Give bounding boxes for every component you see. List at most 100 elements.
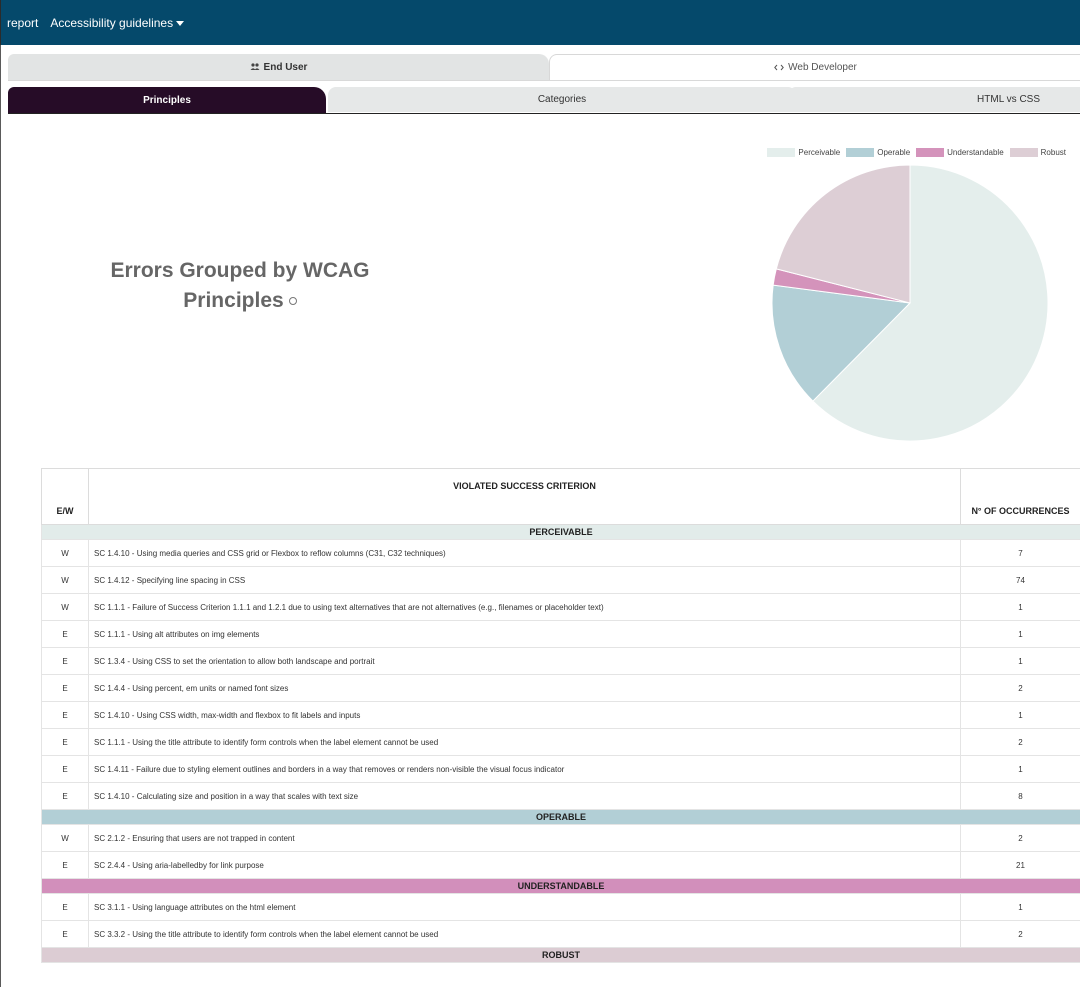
violations-table: E/W VIOLATED SUCCESS CRITERION N° OF OCC… — [41, 468, 1080, 963]
caret-down-icon — [176, 20, 185, 26]
tab-html-vs-css[interactable]: HTML vs CSS — [788, 87, 1080, 112]
tab-web-developer-label: Web Developer — [788, 62, 857, 73]
occurrences-cell: 1 — [960, 620, 1080, 648]
occurrences-cell: 8 — [960, 782, 1080, 810]
table-row: E SC 3.1.1 - Using language attributes on… — [41, 893, 1080, 921]
ew-cell: E — [41, 647, 89, 675]
header-ew: E/W — [41, 468, 89, 525]
table-row: W SC 2.1.2 - Ensuring that users are not … — [41, 824, 1080, 852]
occurrences-cell: 2 — [960, 824, 1080, 852]
criterion-cell: SC 1.3.4 - Using CSS to set the orientat… — [88, 647, 961, 675]
occurrences-cell: 21 — [960, 851, 1080, 879]
ew-cell: W — [41, 593, 89, 621]
criterion-cell: SC 1.4.11 - Failure due to styling eleme… — [88, 755, 961, 783]
nav-report-link[interactable]: report — [7, 16, 38, 30]
table-row: E SC 1.1.1 - Using the title attribute to… — [41, 728, 1080, 756]
divider — [8, 113, 1080, 114]
occurrences-cell: 2 — [960, 674, 1080, 702]
header-criterion: VIOLATED SUCCESS CRITERION — [88, 468, 961, 525]
legend-item-understandable[interactable]: Understandable — [916, 148, 1004, 157]
legend-swatch — [916, 148, 945, 157]
tab-categories[interactable]: Categories — [328, 87, 796, 112]
ew-cell: E — [41, 782, 89, 810]
legend-item-perceivable[interactable]: Perceivable — [767, 148, 840, 157]
group-label: PERCEIVABLE — [41, 524, 1080, 540]
page-title: Errors Grouped by WCAG Principles — [60, 256, 420, 316]
audience-tabs: End User Web Developer — [8, 54, 1080, 80]
criterion-cell: SC 2.4.4 - Using aria-labelledby for lin… — [88, 851, 961, 879]
tab-end-user[interactable]: End User — [8, 54, 549, 80]
page-title-text: Errors Grouped by WCAG Principles — [110, 259, 370, 312]
criterion-cell: SC 3.3.2 - Using the title attribute to … — [88, 920, 961, 948]
group-label: UNDERSTANDABLE — [41, 878, 1080, 894]
users-icon — [250, 63, 260, 70]
criterion-cell: SC 1.4.4 - Using percent, em units or na… — [88, 674, 961, 702]
occurrences-cell: 2 — [960, 728, 1080, 756]
criterion-cell: SC 1.4.12 - Specifying line spacing in C… — [88, 566, 961, 594]
occurrences-cell: 7 — [960, 539, 1080, 567]
legend-swatch — [767, 148, 796, 157]
occurrences-cell: 1 — [960, 755, 1080, 783]
code-icon — [774, 64, 784, 71]
ew-cell: E — [41, 851, 89, 879]
occurrences-cell: 1 — [960, 701, 1080, 729]
ew-cell: E — [41, 728, 89, 756]
ew-cell: E — [41, 701, 89, 729]
table-row: W SC 1.4.12 - Specifying line spacing in … — [41, 566, 1080, 594]
criterion-cell: SC 1.1.1 - Using alt attributes on img e… — [88, 620, 961, 648]
tab-principles[interactable]: Principles — [8, 87, 326, 113]
divider — [8, 80, 1080, 81]
criterion-cell: SC 3.1.1 - Using language attributes on … — [88, 893, 961, 921]
ew-cell: W — [41, 566, 89, 594]
criterion-cell: SC 1.4.10 - Using CSS width, max-width a… — [88, 701, 961, 729]
ew-cell: E — [41, 674, 89, 702]
group-row: OPERABLE — [41, 809, 1080, 825]
criteria-table-wrapper: E/W VIOLATED SUCCESS CRITERION N° OF OCC… — [41, 468, 1080, 963]
legend-label: Robust — [1040, 148, 1066, 157]
table-row: W SC 1.1.1 - Failure of Success Criterion… — [41, 593, 1080, 621]
legend-item-operable[interactable]: Operable — [846, 148, 910, 157]
criterion-cell: SC 1.4.10 - Using media queries and CSS … — [88, 539, 961, 567]
occurrences-cell: 1 — [960, 893, 1080, 921]
table-row: E SC 1.4.4 - Using percent, em units or n… — [41, 674, 1080, 702]
criterion-cell: SC 1.1.1 - Using the title attribute to … — [88, 728, 961, 756]
ew-cell: E — [41, 755, 89, 783]
tab-principles-label: Principles — [143, 94, 191, 106]
ew-cell: E — [41, 620, 89, 648]
tab-categories-label: Categories — [537, 94, 587, 105]
legend-label: Understandable — [947, 148, 1004, 157]
tab-web-developer[interactable]: Web Developer — [549, 54, 1080, 80]
table-row: E SC 1.3.4 - Using CSS to set the orienta… — [41, 647, 1080, 675]
occurrences-cell: 1 — [960, 593, 1080, 621]
table-body: PERCEIVABLE W SC 1.4.10 - Using media quer… — [41, 524, 1080, 963]
chart-legend: Perceivable Operable Understandable Robu… — [761, 148, 1066, 157]
legend-item-robust[interactable]: Robust — [1009, 148, 1066, 157]
table-row: E SC 2.4.4 - Using aria-labelledby for li… — [41, 851, 1080, 879]
legend-label: Perceivable — [798, 148, 841, 157]
legend-swatch — [1009, 148, 1038, 157]
table-row: E SC 1.4.11 - Failure due to styling elem… — [41, 755, 1080, 783]
ew-cell: W — [41, 539, 89, 567]
criterion-cell: SC 1.1.1 - Failure of Success Criterion … — [88, 593, 961, 621]
header-occurrences: N° OF OCCURRENCES — [960, 468, 1080, 525]
occurrences-cell: 1 — [960, 647, 1080, 675]
occurrences-cell: 2 — [960, 920, 1080, 948]
table-row: E SC 1.4.10 - Calculating size and positi… — [41, 782, 1080, 810]
ew-cell: E — [41, 920, 89, 948]
nav-accessibility-guidelines-dropdown[interactable]: Accessibility guidelines — [50, 15, 185, 30]
top-navbar: report Accessibility guidelines — [0, 0, 1080, 45]
occurrences-cell: 74 — [960, 566, 1080, 594]
nav-accessibility-guidelines-label: Accessibility guidelines — [50, 15, 174, 30]
tab-end-user-label: End User — [263, 61, 308, 73]
table-row: E SC 3.3.2 - Using the title attribute to… — [41, 920, 1080, 948]
pie-chart — [771, 164, 1049, 442]
analysis-tabs: Categories HTML vs CSS Principles — [8, 87, 1080, 113]
legend-swatch — [846, 148, 875, 157]
page-left-border — [0, 45, 1, 987]
group-row: ROBUST — [41, 947, 1080, 963]
table-row: W SC 1.4.10 - Using media queries and CSS… — [41, 539, 1080, 567]
tab-html-vs-css-label: HTML vs CSS — [977, 94, 1040, 105]
ew-cell: E — [41, 893, 89, 921]
info-icon[interactable] — [288, 297, 297, 306]
group-label: OPERABLE — [41, 809, 1080, 825]
